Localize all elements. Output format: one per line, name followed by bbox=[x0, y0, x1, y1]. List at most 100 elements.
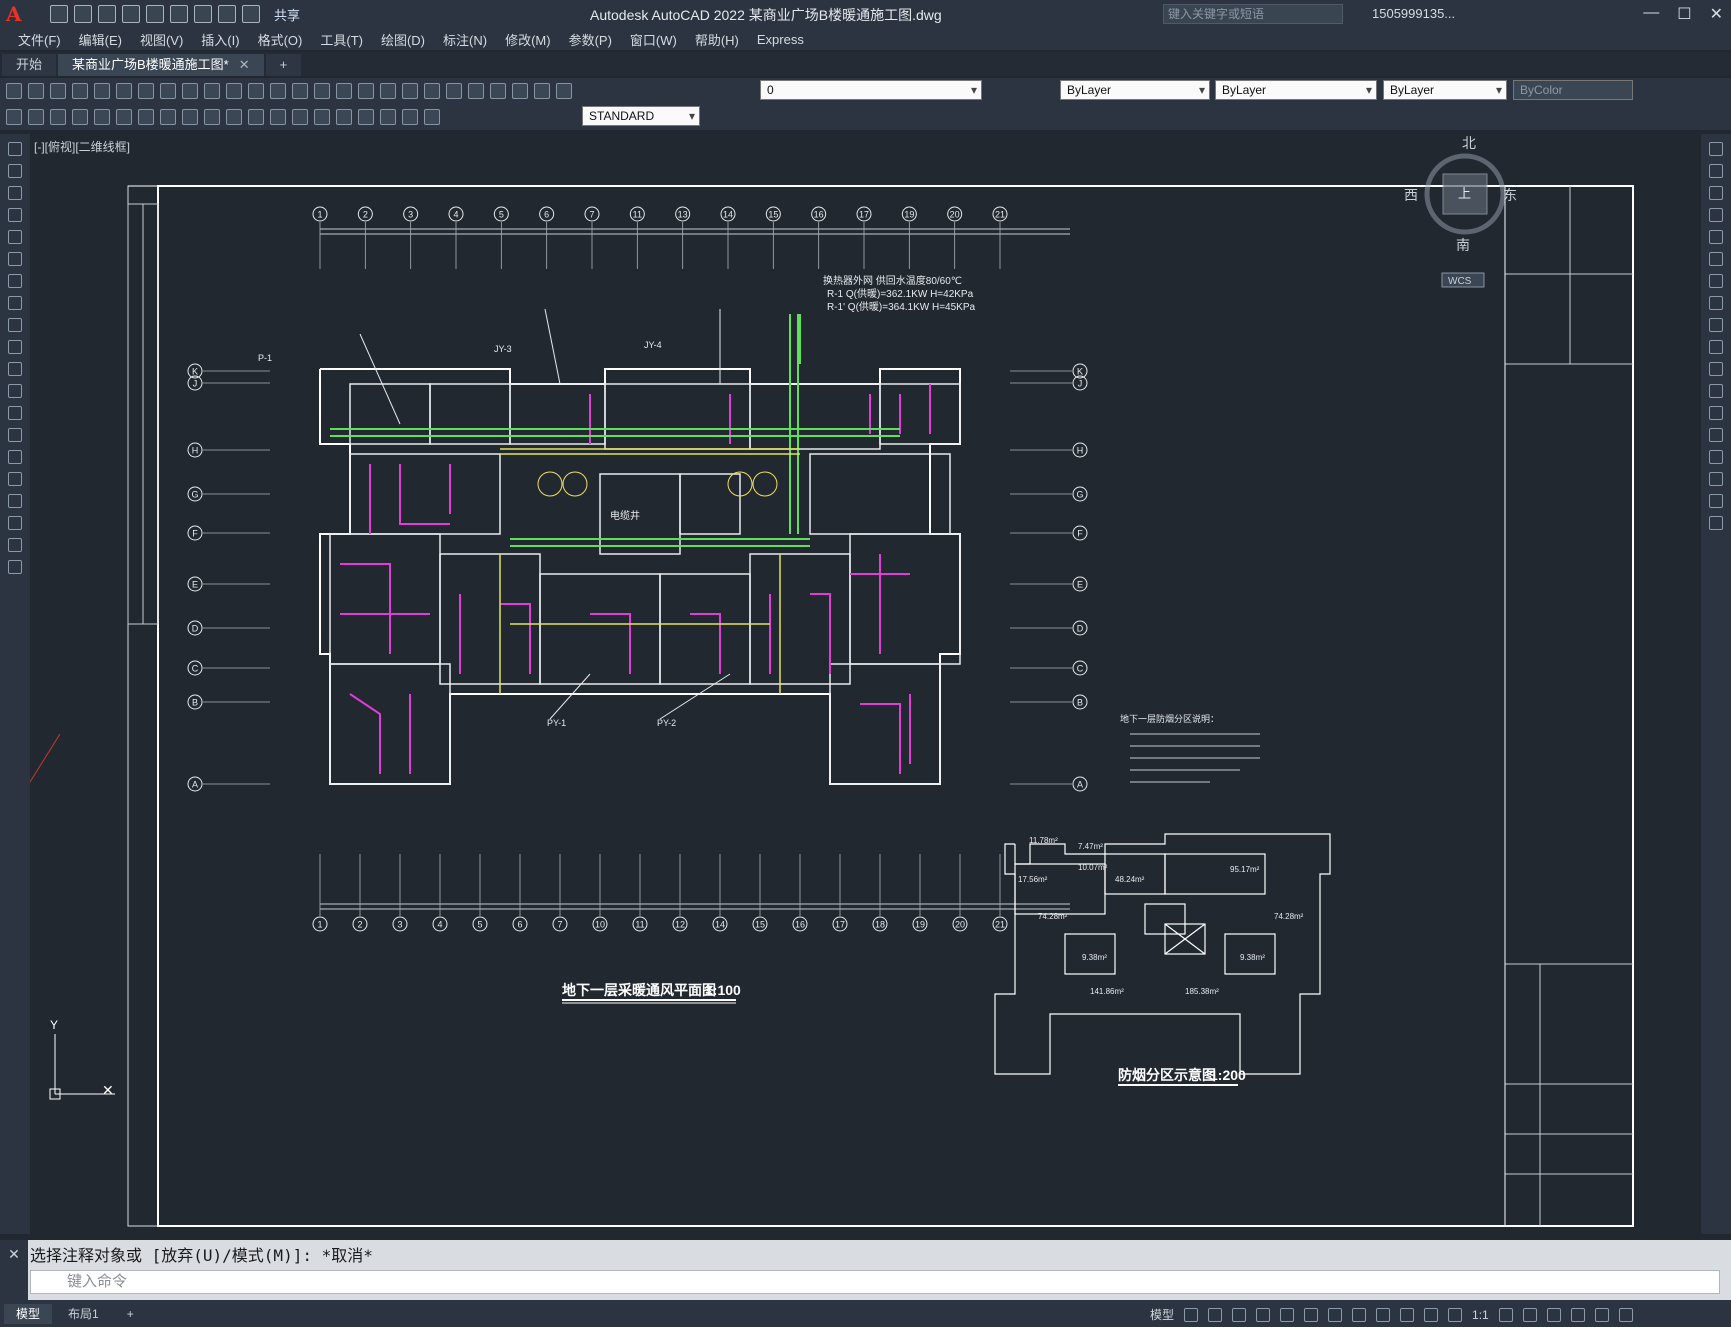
dim-update-icon[interactable] bbox=[424, 109, 440, 125]
menu-format[interactable]: 格式(O) bbox=[258, 30, 303, 49]
selection-cycling-icon[interactable] bbox=[1400, 1307, 1415, 1322]
lineweight-dropdown[interactable]: ByLayer ▾ bbox=[1383, 80, 1507, 100]
otrack-icon[interactable] bbox=[1304, 1307, 1319, 1322]
trim-icon[interactable] bbox=[1709, 340, 1723, 354]
open-file-icon[interactable] bbox=[74, 5, 92, 23]
command-line-close-icon[interactable]: ✕ bbox=[0, 1240, 28, 1300]
plotstyle-dropdown[interactable]: ByColor ▾ bbox=[1513, 80, 1633, 100]
dim-space-icon[interactable] bbox=[248, 109, 264, 125]
array-icon[interactable] bbox=[1709, 230, 1723, 244]
offset-icon[interactable] bbox=[1709, 208, 1723, 222]
open-web-icon[interactable] bbox=[146, 5, 164, 23]
gradient-icon[interactable] bbox=[8, 472, 22, 486]
paste-icon[interactable] bbox=[182, 83, 198, 99]
rectangle-icon[interactable] bbox=[8, 230, 22, 244]
autocad-logo-icon[interactable]: A bbox=[6, 3, 28, 25]
user-account[interactable]: 1505999135... bbox=[1372, 6, 1455, 21]
save-as-icon[interactable] bbox=[122, 5, 140, 23]
revision-cloud-icon[interactable] bbox=[8, 296, 22, 310]
tolerance-icon[interactable] bbox=[292, 109, 308, 125]
isolate-objects-icon[interactable] bbox=[1546, 1307, 1561, 1322]
menu-insert[interactable]: 插入(I) bbox=[201, 30, 239, 49]
osnap-icon[interactable] bbox=[1280, 1307, 1295, 1322]
dim-text-edit-icon[interactable] bbox=[402, 109, 418, 125]
model-space-label[interactable]: 模型 bbox=[1150, 1306, 1174, 1323]
mtext-icon[interactable] bbox=[8, 538, 22, 552]
properties-icon[interactable] bbox=[336, 83, 352, 99]
region-icon[interactable] bbox=[8, 494, 22, 508]
radius-dim-icon[interactable] bbox=[94, 109, 110, 125]
new-file-icon[interactable] bbox=[50, 5, 68, 23]
hatch-icon[interactable] bbox=[8, 450, 22, 464]
cut-icon[interactable] bbox=[138, 83, 154, 99]
new-icon[interactable] bbox=[6, 83, 22, 99]
print-icon[interactable] bbox=[72, 83, 88, 99]
baseline-dim-icon[interactable] bbox=[204, 109, 220, 125]
textstyle-dropdown[interactable]: STANDARD ▾ bbox=[582, 106, 700, 126]
plot-icon[interactable] bbox=[194, 5, 212, 23]
transparency-icon[interactable] bbox=[1376, 1307, 1391, 1322]
menu-view[interactable]: 视图(V) bbox=[140, 30, 183, 49]
scale-icon[interactable] bbox=[1709, 296, 1723, 310]
snap-icon[interactable] bbox=[1208, 1307, 1223, 1322]
continue-dim-icon[interactable] bbox=[226, 109, 242, 125]
circle-icon[interactable] bbox=[8, 274, 22, 288]
center-mark-icon[interactable] bbox=[314, 109, 330, 125]
match-properties-icon[interactable] bbox=[204, 83, 220, 99]
calculator-icon[interactable] bbox=[446, 83, 462, 99]
copy-icon[interactable] bbox=[160, 83, 176, 99]
rotate-icon[interactable] bbox=[1709, 274, 1723, 288]
menu-dimension[interactable]: 标注(N) bbox=[443, 30, 487, 49]
layout-tab-model[interactable]: 模型 bbox=[4, 1303, 53, 1324]
join-icon[interactable] bbox=[1709, 428, 1723, 442]
diameter-dim-icon[interactable] bbox=[138, 109, 154, 125]
undo-icon[interactable] bbox=[226, 83, 242, 99]
undo-icon[interactable] bbox=[218, 5, 236, 23]
search-input[interactable]: 键入关键字或短语 bbox=[1163, 4, 1343, 24]
ortho-icon[interactable] bbox=[1232, 1307, 1247, 1322]
lock-icon[interactable] bbox=[556, 83, 572, 99]
quick-dim-icon[interactable] bbox=[182, 109, 198, 125]
angular-dim-icon[interactable] bbox=[160, 109, 176, 125]
customization-menu-icon[interactable] bbox=[1618, 1307, 1633, 1322]
drawing-canvas[interactable]: 1 2 3 4 5 6 7 11 13 14 15 16 17 19 20 21 1 2 3 4 5 6 7 10 11 12 1… bbox=[30, 134, 1700, 1234]
sun-icon[interactable] bbox=[534, 83, 550, 99]
linetype-dropdown[interactable]: ByLayer ▾ bbox=[1215, 80, 1377, 100]
ellipse-arc-icon[interactable] bbox=[8, 362, 22, 376]
jogged-dim-icon[interactable] bbox=[116, 109, 132, 125]
zoom-icon[interactable] bbox=[292, 83, 308, 99]
point-icon[interactable] bbox=[8, 428, 22, 442]
inspection-icon[interactable] bbox=[336, 109, 352, 125]
share-button[interactable]: 共享 bbox=[274, 5, 300, 24]
close-tab-icon[interactable]: ✕ bbox=[239, 57, 250, 72]
open-icon[interactable] bbox=[28, 83, 44, 99]
polygon-icon[interactable] bbox=[8, 208, 22, 222]
move-icon[interactable] bbox=[1709, 252, 1723, 266]
hardware-acceleration-icon[interactable] bbox=[1570, 1307, 1585, 1322]
redo-icon[interactable] bbox=[248, 83, 264, 99]
annotation-visibility-icon[interactable] bbox=[1424, 1307, 1439, 1322]
clean-screen-icon[interactable] bbox=[1594, 1307, 1609, 1322]
annotation-monitor-icon[interactable] bbox=[1522, 1307, 1537, 1322]
dim-break-icon[interactable] bbox=[270, 109, 286, 125]
menu-parametric[interactable]: 参数(P) bbox=[569, 30, 612, 49]
construction-line-icon[interactable] bbox=[8, 164, 22, 178]
copy-object-icon[interactable] bbox=[1709, 164, 1723, 178]
menu-express[interactable]: Express bbox=[757, 32, 804, 47]
redo-icon[interactable] bbox=[242, 5, 260, 23]
close-icon[interactable]: ✕ bbox=[1710, 4, 1723, 24]
polyline-icon[interactable] bbox=[8, 186, 22, 200]
publish-icon[interactable] bbox=[116, 83, 132, 99]
maximize-icon[interactable]: ☐ bbox=[1677, 4, 1691, 24]
tab-start[interactable]: 开始 bbox=[2, 54, 57, 76]
compass-west[interactable]: 西 bbox=[1404, 187, 1418, 203]
make-block-icon[interactable] bbox=[8, 406, 22, 420]
compass-east[interactable]: 东 bbox=[1503, 187, 1517, 203]
add-layout-button[interactable]: + bbox=[115, 1304, 146, 1324]
viewport-label[interactable]: [-][俯视][二维线框] bbox=[34, 138, 130, 155]
markup-icon[interactable] bbox=[424, 83, 440, 99]
save-icon[interactable] bbox=[50, 83, 66, 99]
compass-top[interactable]: 上 bbox=[1458, 186, 1471, 201]
dynamic-input-icon[interactable] bbox=[1328, 1307, 1343, 1322]
menu-file[interactable]: 文件(F) bbox=[18, 30, 61, 49]
